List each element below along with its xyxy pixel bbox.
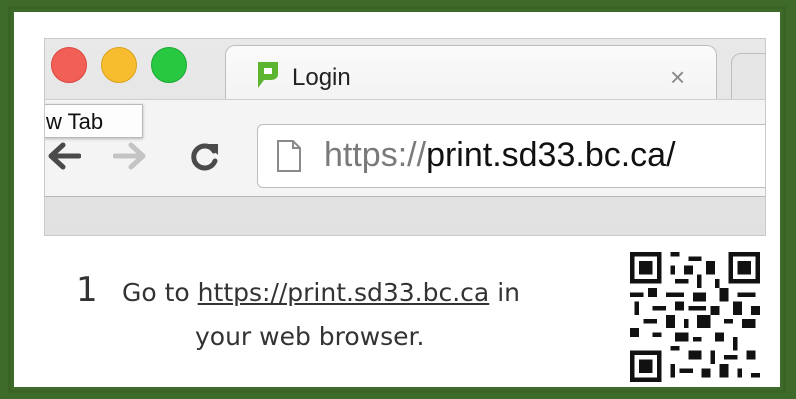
- window-maximize-button[interactable]: [151, 47, 187, 83]
- tab-title: Login: [292, 64, 351, 91]
- page-icon: [277, 140, 301, 172]
- url-scheme: https://: [324, 136, 427, 174]
- url-text: https://print.sd33.bc.ca/: [324, 136, 676, 175]
- address-bar[interactable]: https://print.sd33.bc.ca/: [257, 124, 765, 188]
- back-icon[interactable]: [45, 140, 81, 172]
- url-host: print.sd33.bc.ca/: [426, 136, 676, 174]
- browser-toolbar: w Tab https://print.sd33.bc.ca/: [45, 99, 765, 197]
- window-minimize-button[interactable]: [101, 47, 137, 83]
- instruction-text-after: in: [489, 278, 520, 307]
- tab-strip: Login ×: [45, 39, 765, 106]
- new-tab-tooltip: w Tab: [45, 104, 143, 138]
- reload-icon[interactable]: [187, 140, 223, 172]
- tab-close-icon[interactable]: ×: [670, 62, 685, 93]
- new-tab-button[interactable]: [731, 53, 765, 105]
- print-server-link[interactable]: https://print.sd33.bc.ca: [198, 278, 490, 307]
- forward-icon[interactable]: [113, 140, 149, 172]
- qr-code-icon: [630, 252, 760, 382]
- instruction-line-1: Go to https://print.sd33.bc.ca in: [122, 278, 520, 307]
- instruction-text-before: Go to: [122, 278, 198, 307]
- window-close-button[interactable]: [51, 47, 87, 83]
- instruction-line-2: your web browser.: [195, 322, 425, 351]
- tab-login[interactable]: Login ×: [225, 45, 717, 106]
- step-number: 1: [76, 270, 98, 310]
- papercut-logo-icon: [258, 62, 278, 88]
- browser-screenshot: Login × w Tab https://print.sd33.bc.ca/: [44, 38, 766, 236]
